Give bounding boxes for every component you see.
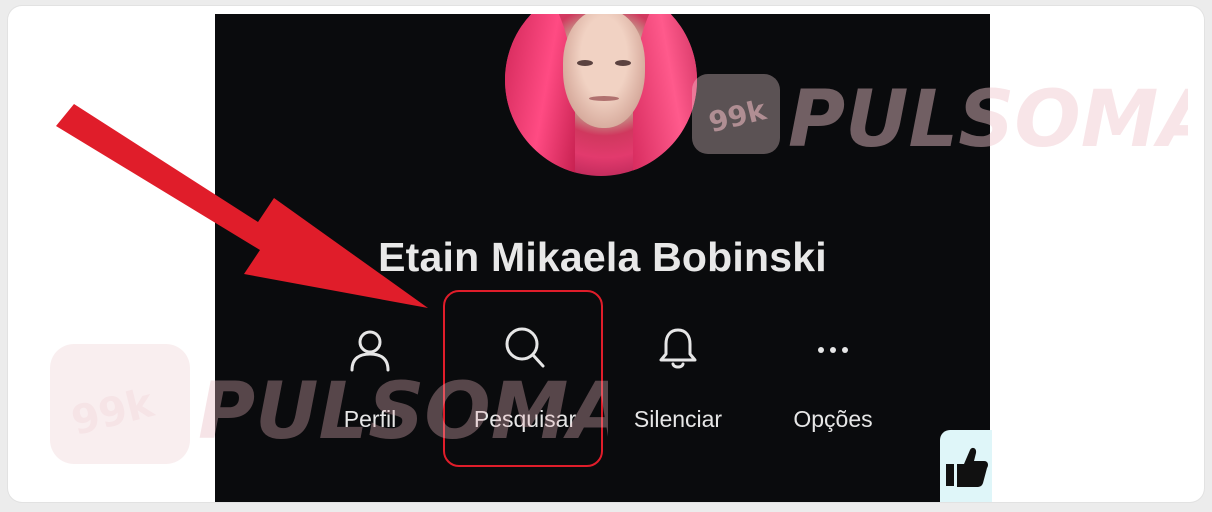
avatar-face bbox=[563, 14, 645, 128]
pointer-arrow bbox=[56, 104, 428, 308]
mute-button-label: Silenciar bbox=[633, 406, 723, 432]
avatar-hair-left bbox=[505, 14, 575, 176]
more-dots-icon bbox=[818, 347, 848, 353]
svg-text:99k: 99k bbox=[67, 380, 159, 445]
avatar-eye-left bbox=[577, 60, 593, 66]
search-highlight-box bbox=[443, 290, 603, 467]
avatar-hair-right bbox=[633, 14, 697, 176]
bell-icon bbox=[659, 328, 697, 369]
options-button-label: Opções bbox=[793, 406, 873, 432]
mute-button[interactable]: Silenciar bbox=[603, 320, 753, 433]
profile-avatar[interactable] bbox=[505, 14, 697, 176]
profile-button[interactable]: Perfil bbox=[295, 320, 445, 433]
profile-button-label: Perfil bbox=[343, 406, 397, 432]
avatar-eye-right bbox=[615, 60, 631, 66]
thumbs-up-icon bbox=[946, 447, 988, 487]
avatar-mouth bbox=[589, 96, 619, 101]
like-badge[interactable] bbox=[940, 430, 992, 502]
person-icon bbox=[350, 330, 390, 372]
options-button[interactable]: Opções bbox=[758, 320, 908, 433]
screenshot-card: Etain Mikaela Bobinski Perfil Pesquisar … bbox=[8, 6, 1204, 502]
